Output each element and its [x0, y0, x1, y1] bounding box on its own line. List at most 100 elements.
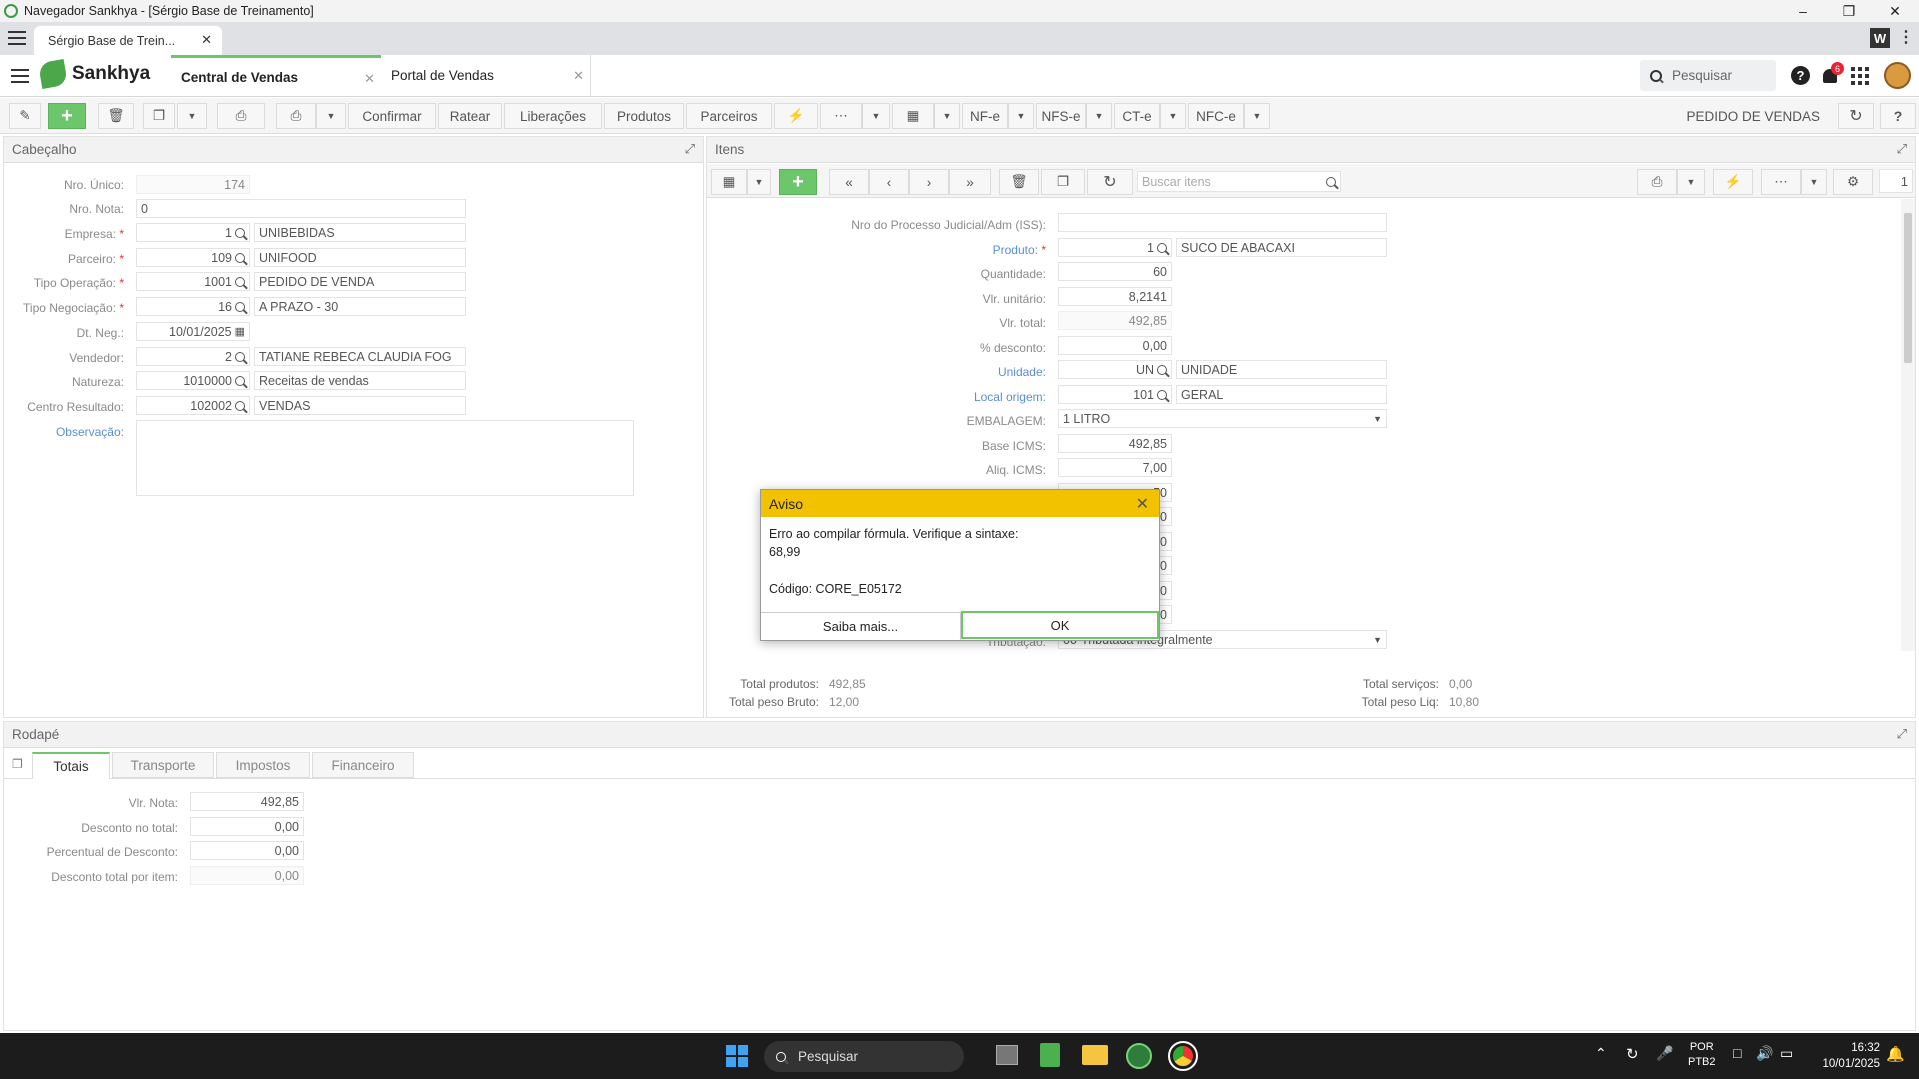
- desconto-field[interactable]: 0,00: [1058, 336, 1172, 355]
- saiba-mais-button[interactable]: Saiba mais...: [761, 612, 961, 640]
- refresh-icon[interactable]: ↻: [1838, 103, 1874, 129]
- windows-start-icon[interactable]: [726, 1045, 748, 1067]
- parceiro-code-field[interactable]: 109: [136, 248, 250, 267]
- page-number[interactable]: 1: [1879, 169, 1913, 193]
- desconto-total-field[interactable]: 0,00: [190, 817, 304, 836]
- delete-item-icon[interactable]: 🗑: [999, 169, 1039, 195]
- search-icon[interactable]: [1157, 242, 1167, 253]
- volume-icon[interactable]: 🔊: [1756, 1045, 1773, 1062]
- close-icon[interactable]: ✕: [1136, 494, 1149, 514]
- microphone-icon[interactable]: 🎤: [1656, 1045, 1673, 1062]
- vlr-unitario-field[interactable]: 8,2141: [1058, 287, 1172, 306]
- w-extension-icon[interactable]: W: [1870, 28, 1890, 48]
- reload-icon[interactable]: ↻: [1087, 169, 1133, 195]
- cte-dropdown-icon[interactable]: ▼: [1160, 103, 1186, 129]
- nfce-button[interactable]: NFC-e: [1188, 103, 1244, 129]
- taskbar-search[interactable]: Pesquisar: [764, 1041, 964, 1072]
- apps-grid-icon[interactable]: [1851, 67, 1869, 85]
- quantidade-field[interactable]: 60: [1058, 262, 1172, 281]
- unidade-code-field[interactable]: UN: [1058, 360, 1172, 379]
- expand-icon[interactable]: ⤢: [1897, 141, 1907, 157]
- aliq-icms-field[interactable]: 7,00: [1058, 458, 1172, 477]
- chrome-icon[interactable]: [1168, 1041, 1198, 1071]
- centro-resultado-code-field[interactable]: 102002: [136, 396, 250, 415]
- processo-field[interactable]: [1058, 213, 1387, 232]
- observacao-textarea[interactable]: [136, 420, 634, 496]
- tab-central-de-vendas[interactable]: Central de Vendas ✕: [171, 55, 381, 96]
- more-dropdown-icon[interactable]: ▼: [862, 103, 890, 129]
- minimize-button[interactable]: –: [1780, 0, 1826, 22]
- percentual-desconto-field[interactable]: 0,00: [190, 841, 304, 860]
- delete-icon[interactable]: 🗑: [98, 103, 134, 129]
- tipo-operacao-code-field[interactable]: 1001: [136, 272, 250, 291]
- print-icon[interactable]: ⎙: [276, 103, 316, 129]
- battery-icon[interactable]: ▭: [1780, 1045, 1793, 1062]
- expand-icon[interactable]: ⤢: [1897, 726, 1907, 742]
- notifications-icon[interactable]: 6: [1823, 62, 1844, 83]
- search-icon[interactable]: [235, 351, 245, 362]
- help-icon[interactable]: ?: [1791, 66, 1810, 85]
- help-circle-icon[interactable]: ?: [1880, 103, 1916, 129]
- search-icon[interactable]: [235, 400, 245, 411]
- more-options-icon[interactable]: ⋯: [820, 103, 862, 129]
- grid-dropdown-icon[interactable]: ▼: [747, 169, 771, 195]
- item-more-icon[interactable]: ⋯: [1761, 169, 1801, 195]
- print-dropdown-icon[interactable]: ▼: [316, 103, 346, 129]
- print-preview-icon[interactable]: ⎙: [217, 103, 265, 129]
- cte-button[interactable]: CT-e: [1114, 103, 1160, 129]
- next-record-icon[interactable]: ›: [909, 169, 949, 195]
- local-origem-code-field[interactable]: 101: [1058, 385, 1172, 404]
- tipo-negociacao-code-field[interactable]: 16: [136, 297, 250, 316]
- liberacoes-button[interactable]: Liberações: [504, 103, 602, 129]
- app-menu-icon[interactable]: [11, 69, 29, 83]
- copy-dropdown-icon[interactable]: ▼: [177, 103, 207, 129]
- natureza-code-field[interactable]: 1010000: [136, 371, 250, 390]
- search-icon[interactable]: [1157, 364, 1167, 375]
- file-explorer-icon[interactable]: [1082, 1045, 1108, 1065]
- add-item-button[interactable]: +: [779, 169, 817, 195]
- sankhya-taskbar-icon[interactable]: [1126, 1043, 1152, 1069]
- nfse-button[interactable]: NFS-e: [1036, 103, 1086, 129]
- tab-financeiro[interactable]: Financeiro: [312, 752, 414, 778]
- maximize-button[interactable]: ❐: [1826, 0, 1872, 22]
- buscar-itens-input[interactable]: Buscar itens: [1137, 171, 1341, 192]
- lightning-icon[interactable]: ⚡: [774, 103, 818, 129]
- search-icon[interactable]: [235, 301, 245, 312]
- search-icon[interactable]: [235, 375, 245, 386]
- browser-menu-icon[interactable]: [8, 31, 26, 45]
- global-search[interactable]: Pesquisar: [1640, 60, 1776, 91]
- embalagem-select[interactable]: 1 LITRO ▼: [1058, 409, 1387, 428]
- report-dropdown-icon[interactable]: ▼: [934, 103, 960, 129]
- task-view-icon[interactable]: [996, 1045, 1018, 1065]
- empresa-code-field[interactable]: 1: [136, 223, 250, 242]
- close-tab-icon[interactable]: ✕: [573, 68, 584, 84]
- new-document-icon[interactable]: ✎: [9, 103, 41, 129]
- expand-icon[interactable]: ⤢: [685, 141, 695, 157]
- duplicate-item-icon[interactable]: ❐: [1041, 169, 1085, 195]
- close-window-button[interactable]: ✕: [1872, 0, 1918, 22]
- add-button[interactable]: +: [48, 103, 86, 129]
- produto-code-field[interactable]: 1: [1058, 238, 1172, 257]
- tab-impostos[interactable]: Impostos: [216, 752, 310, 778]
- user-avatar[interactable]: [1884, 62, 1911, 89]
- previous-record-icon[interactable]: ‹: [869, 169, 909, 195]
- nfse-dropdown-icon[interactable]: ▼: [1086, 103, 1112, 129]
- search-icon[interactable]: [1157, 389, 1167, 400]
- notification-bell-icon[interactable]: 🔔: [1886, 1045, 1905, 1063]
- tab-transporte[interactable]: Transporte: [112, 752, 214, 778]
- close-tab-icon[interactable]: ✕: [201, 32, 212, 48]
- nro-nota-field[interactable]: 0: [136, 199, 466, 218]
- itens-scrollbar[interactable]: [1901, 199, 1915, 651]
- action-lightning-icon[interactable]: ⚡: [1713, 169, 1753, 195]
- first-record-icon[interactable]: «: [829, 169, 869, 195]
- nfe-dropdown-icon[interactable]: ▼: [1008, 103, 1034, 129]
- browser-tab[interactable]: Sérgio Base de Trein... ✕: [34, 26, 222, 55]
- produtos-button[interactable]: Produtos: [604, 103, 684, 129]
- item-more-dropdown-icon[interactable]: ▼: [1801, 169, 1827, 195]
- tab-totais[interactable]: Totais: [32, 752, 110, 779]
- dt-neg-field[interactable]: 10/01/2025 ▦: [136, 322, 250, 341]
- search-icon[interactable]: [235, 252, 245, 263]
- browser-more-icon[interactable]: ⋮: [1898, 27, 1914, 47]
- vendedor-code-field[interactable]: 2: [136, 347, 250, 366]
- search-icon[interactable]: [235, 227, 245, 238]
